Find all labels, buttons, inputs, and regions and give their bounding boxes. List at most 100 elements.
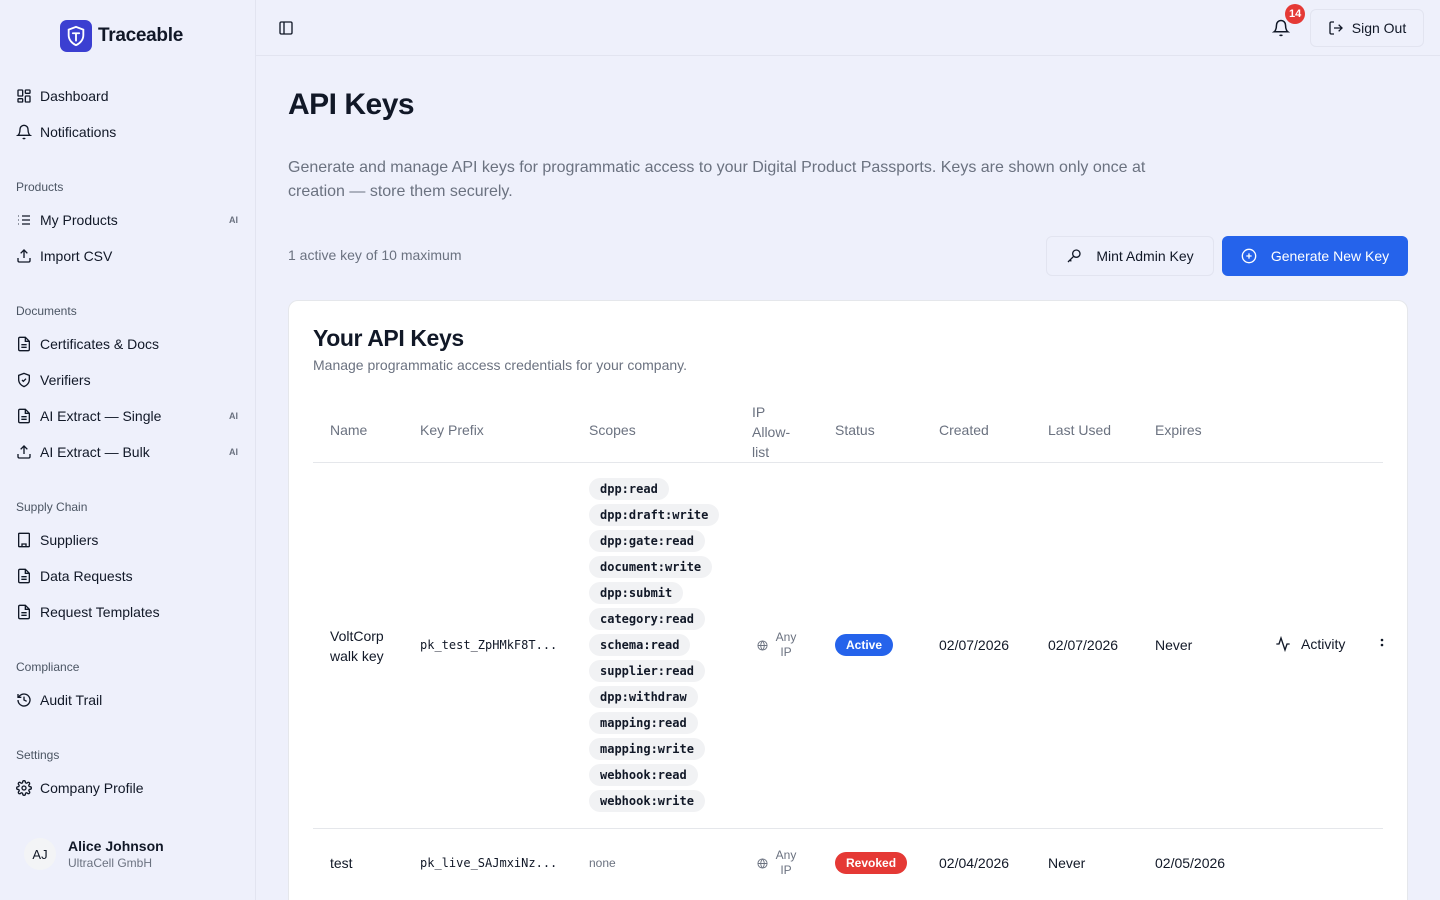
scope-chip: webhook:read <box>589 764 698 786</box>
activity-button[interactable]: Activity <box>1275 636 1345 652</box>
bell-icon[interactable] <box>1272 19 1290 37</box>
sidebar-item-label: Dashboard <box>40 88 109 104</box>
sidebar-item-certificates[interactable]: Certificates & Docs <box>16 330 240 358</box>
column-header-scopes[interactable]: Scopes <box>589 422 636 438</box>
row-divider <box>313 828 1383 829</box>
user-profile[interactable]: AJ Alice Johnson UltraCell GmbH <box>24 838 164 870</box>
sidebar-item-label: Company Profile <box>40 780 144 796</box>
topbar: 14 Sign Out <box>256 0 1440 56</box>
mint-admin-key-label: Mint Admin Key <box>1096 248 1194 264</box>
building-icon <box>18 532 30 548</box>
ip-allowlist-value: Any IP <box>775 630 797 659</box>
globe-icon <box>757 639 768 651</box>
document-icon <box>18 568 30 584</box>
notification-count-badge: 14 <box>1285 4 1306 24</box>
column-header-created[interactable]: Created <box>939 422 989 438</box>
sidebar-item-ai-extract-single[interactable]: AI Extract — Single AI <box>16 402 240 430</box>
sidebar-item-label: Request Templates <box>40 604 160 620</box>
expires-date: Never <box>1155 637 1193 653</box>
brand[interactable]: Traceable <box>60 20 183 52</box>
sidebar-item-request-templates[interactable]: Request Templates <box>16 598 240 626</box>
upload-icon <box>17 445 31 459</box>
upload-icon <box>17 249 31 263</box>
sidebar-item-data-requests[interactable]: Data Requests <box>16 562 240 590</box>
sidebar-item-label: Import CSV <box>40 248 113 264</box>
document-icon <box>18 604 30 620</box>
sidebar-item-label: My Products <box>40 212 118 228</box>
header-divider <box>313 462 1383 463</box>
scope-chip: dpp:submit <box>589 582 684 604</box>
generate-new-key-button[interactable]: Generate New Key <box>1222 236 1408 276</box>
sidebar-item-ai-extract-bulk[interactable]: AI Extract — Bulk AI <box>16 438 240 466</box>
shield-icon <box>18 372 30 388</box>
page-title: API Keys <box>288 88 415 121</box>
sidebar-item-audit-trail[interactable]: Audit Trail <box>16 686 240 714</box>
document-icon <box>18 408 30 424</box>
sign-out-label: Sign Out <box>1351 20 1407 36</box>
created-date: 02/07/2026 <box>939 637 1010 653</box>
bell-icon <box>16 124 32 140</box>
sidebar-item-label: Notifications <box>40 124 117 140</box>
key-prefix: pk_test_ZpHMkF8T... <box>420 638 558 652</box>
sidebar-item-label: Data Requests <box>40 568 133 584</box>
sidebar-item-suppliers[interactable]: Suppliers <box>16 526 240 554</box>
ai-badge: AI <box>229 447 238 457</box>
history-icon <box>17 693 31 707</box>
section-label-supply-chain: Supply Chain <box>16 500 88 514</box>
ai-badge: AI <box>229 411 238 421</box>
sidebar-item-verifiers[interactable]: Verifiers <box>16 366 240 394</box>
scope-chip: category:read <box>589 608 705 630</box>
user-company: UltraCell GmbH <box>68 856 153 870</box>
sidebar-item-label: AI Extract — Single <box>40 408 162 424</box>
ai-badge: AI <box>229 215 238 225</box>
column-header-name[interactable]: Name <box>330 422 367 438</box>
key-name: VoltCorp walk key <box>330 628 384 664</box>
column-header-expires[interactable]: Expires <box>1155 422 1202 438</box>
sidebar-item-company-profile[interactable]: Company Profile <box>16 774 240 802</box>
sidebar-item-dashboard[interactable]: Dashboard <box>16 82 240 110</box>
grid-icon <box>17 89 31 103</box>
created-date: 02/04/2026 <box>939 855 1010 871</box>
scope-chip: document:write <box>589 556 713 578</box>
sidebar-item-notifications[interactable]: Notifications <box>16 118 240 146</box>
scope-chip: schema:read <box>589 634 691 656</box>
column-header-status[interactable]: Status <box>835 422 875 438</box>
more-menu-icon[interactable] <box>1380 638 1384 652</box>
column-header-last-used[interactable]: Last Used <box>1048 422 1111 438</box>
sidebar-item-label: Certificates & Docs <box>40 336 160 352</box>
key-icon <box>1067 249 1082 263</box>
card-title: Your API Keys <box>313 325 464 351</box>
plus-circle-icon <box>1241 248 1257 264</box>
traceable-logo-icon <box>60 20 92 52</box>
scope-chip: dpp:read <box>589 478 669 500</box>
sidebar-item-import-csv[interactable]: Import CSV <box>16 242 240 270</box>
column-header-key-prefix[interactable]: Key Prefix <box>420 422 484 438</box>
sidebar-item-label: Suppliers <box>40 532 99 548</box>
gear-icon <box>16 780 32 796</box>
ip-allowlist: Any IP <box>757 630 798 660</box>
column-header-ip-allowlist[interactable]: IP Allow- list <box>752 402 806 462</box>
scope-chip: mapping:write <box>589 738 705 760</box>
page-description: Generate and manage API keys for program… <box>288 159 1146 200</box>
brand-name: Traceable <box>98 25 183 46</box>
section-label-settings: Settings <box>16 748 60 762</box>
sidebar-item-my-products[interactable]: My Products AI <box>16 206 240 234</box>
sign-out-button[interactable]: Sign Out <box>1310 9 1424 47</box>
section-label-documents: Documents <box>16 304 77 318</box>
key-name: test <box>330 855 353 871</box>
generate-new-key-label: Generate New Key <box>1270 248 1390 264</box>
ip-allowlist-value: Any IP <box>775 848 797 877</box>
expires-date: 02/05/2026 <box>1155 855 1226 871</box>
api-keys-card: Your API Keys Manage programmatic access… <box>288 300 1408 900</box>
mint-admin-key-button[interactable]: Mint Admin Key <box>1046 236 1214 276</box>
sidebar: Traceable Dashboard Notifications Produc… <box>0 0 256 900</box>
avatar: AJ <box>24 838 56 870</box>
list-icon <box>18 215 30 225</box>
sidebar-item-label: Audit Trail <box>40 692 103 708</box>
document-icon <box>18 336 30 352</box>
scope-chip: supplier:read <box>589 660 705 682</box>
sidebar-toggle-icon[interactable] <box>278 20 294 36</box>
scope-chip: dpp:draft:write <box>589 504 720 526</box>
status-badge-revoked: Revoked <box>835 852 908 874</box>
scope-chip: dpp:withdraw <box>589 686 698 708</box>
